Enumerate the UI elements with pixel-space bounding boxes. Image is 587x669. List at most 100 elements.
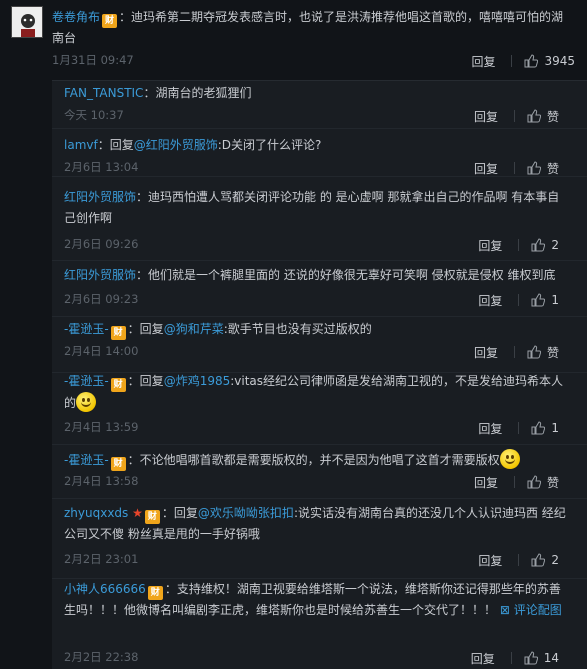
star-icon: ★: [132, 506, 143, 520]
reply-text: -霍逊玉- 财：回复@炸鸡1985:vitas经纪公司律师函是发给湖南卫视的，不是…: [64, 371, 569, 414]
reply-text: -霍逊玉- 财：不论他唱哪首歌都是需要版权的，并不是因为他唱了这首才需要版权: [64, 449, 569, 471]
reply-actions: 回复 2: [478, 551, 559, 569]
like-count[interactable]: 赞: [547, 474, 559, 491]
reply-meta: 2月6日 09:26 回复 2: [64, 236, 559, 254]
thumbs-up-icon[interactable]: [531, 553, 546, 567]
user-avatar[interactable]: [11, 6, 43, 38]
like-count: 1: [551, 421, 559, 435]
thumbs-up-icon[interactable]: [524, 651, 538, 665]
like-count: 2: [551, 553, 559, 567]
reply-body: ：不论他唱哪首歌都是需要版权的，并不是因为他唱了这首才需要版权: [127, 453, 500, 467]
replies-panel: FAN_TANSTIC：湖南台的老狐狸们 今天 10:37 回复 赞 lamvf…: [52, 80, 587, 669]
reply-time: 2月6日 09:26: [64, 237, 139, 251]
reply-actions: 回复 赞: [474, 107, 559, 125]
wealth-badge-icon: 财: [147, 586, 163, 600]
wealth-badge-icon: 财: [110, 457, 126, 471]
divider: [510, 652, 512, 664]
reply-button[interactable]: 回复: [478, 420, 502, 437]
comment-body: ：迪玛希第二期夺冠发表感言时，也说了是洪涛推荐他唱这首歌的，嘻嘻嘻可怕的湖南台: [52, 10, 564, 45]
reply-item: -霍逊玉- 财：不论他唱哪首歌都是需要版权的，并不是因为他唱了这首才需要版权 2月…: [52, 445, 587, 499]
thumbs-up-icon[interactable]: [527, 345, 541, 359]
like-count: 3945: [544, 54, 575, 68]
like-count[interactable]: 赞: [547, 108, 559, 125]
reply-mention[interactable]: @红阳外贸服饰: [134, 138, 218, 152]
reply-meta: 今天 10:37 回复 赞: [64, 107, 559, 125]
reply-item: 红阳外贸服饰：迪玛西怕遭人骂都关闭评论功能 的 是心虚啊 那就拿出自己的作品啊 …: [52, 177, 587, 261]
reply-username[interactable]: FAN_TANSTIC: [64, 86, 143, 100]
reply-username[interactable]: -霍逊玉-: [64, 453, 109, 467]
reply-username[interactable]: zhyuqxxds: [64, 506, 128, 520]
reply-actions: 回复 赞: [474, 473, 559, 491]
comment-image-label: 评论配图: [513, 603, 562, 617]
reply-username[interactable]: -霍逊玉-: [64, 322, 109, 336]
reply-button[interactable]: 回复: [471, 650, 495, 667]
like-count[interactable]: 赞: [547, 344, 559, 361]
thumbs-up-icon[interactable]: [531, 421, 546, 435]
divider: [513, 476, 515, 488]
reply-text: FAN_TANSTIC：湖南台的老狐狸们: [64, 83, 569, 104]
reply-meta: 2月2日 23:01 回复 2: [64, 551, 559, 569]
divider: [518, 422, 520, 434]
comment-username[interactable]: 卷卷角布: [52, 10, 100, 24]
reply-time: 2月6日 13:04: [64, 160, 139, 174]
comment-image-link[interactable]: ⊠ 评论配图: [500, 603, 562, 617]
divider: [513, 346, 515, 358]
reply-text: zhyuqxxds ★ 财：回复@欢乐呦呦张扣扣:说实话没有湖南台真的还没几个人认…: [64, 503, 569, 545]
reply-body: ：迪玛西怕遭人骂都关闭评论功能 的 是心虚啊 那就拿出自己的作品啊 有本事自己创…: [64, 190, 560, 225]
reply-button[interactable]: 回复: [478, 552, 502, 569]
reply-time: 2月4日 14:00: [64, 344, 139, 358]
reply-mention[interactable]: @炸鸡1985: [164, 374, 231, 388]
reply-actions: 回复 1: [478, 291, 559, 309]
divider: [511, 55, 513, 67]
thumbs-up-icon[interactable]: [527, 109, 541, 123]
thumbs-up-icon[interactable]: [527, 161, 541, 175]
reply-button[interactable]: 回复: [478, 237, 502, 254]
reply-username[interactable]: 红阳外贸服饰: [64, 268, 136, 282]
reply-username[interactable]: lamvf: [64, 138, 98, 152]
reply-actions: 回复 赞: [474, 159, 559, 177]
reply-time: 2月2日 23:01: [64, 552, 139, 566]
reply-text: 红阳外贸服饰：迪玛西怕遭人骂都关闭评论功能 的 是心虚啊 那就拿出自己的作品啊 …: [64, 187, 569, 229]
reply-item: FAN_TANSTIC：湖南台的老狐狸们 今天 10:37 回复 赞: [52, 81, 587, 129]
reply-time: 2月2日 22:38: [64, 650, 139, 664]
divider: [518, 239, 520, 251]
reply-item: -霍逊玉- 财：回复@炸鸡1985:vitas经纪公司律师函是发给湖南卫视的，不是…: [52, 363, 587, 445]
divider: [518, 554, 520, 566]
reply-meta: 2月6日 09:23 回复 1: [64, 291, 559, 309]
reply-button[interactable]: 回复: [474, 344, 498, 361]
reply-prefix: ：回复: [127, 374, 164, 388]
thumbs-up-icon[interactable]: [531, 293, 546, 307]
reply-body: :D关闭了什么评论?: [217, 138, 322, 152]
reply-mention[interactable]: @狗和芹菜: [164, 322, 224, 336]
reply-username[interactable]: 红阳外贸服饰: [64, 190, 136, 204]
smile-emoji-icon: [499, 449, 520, 469]
wealth-badge-icon: 财: [144, 510, 160, 524]
reply-time: 2月6日 09:23: [64, 292, 139, 306]
reply-actions: 回复 14: [471, 649, 559, 667]
reply-text: -霍逊玉- 财：回复@狗和芹菜:歌手节目也没有买过版权的: [64, 319, 569, 340]
thumbs-up-icon[interactable]: [531, 238, 546, 252]
like-count[interactable]: 赞: [547, 160, 559, 177]
reply-text: lamvf：回复@红阳外贸服饰:D关闭了什么评论?: [64, 135, 569, 156]
smile-emoji-icon: [76, 392, 97, 412]
like-count: 14: [543, 651, 559, 665]
reply-text: 小神人666666 财：支持维权！湖南卫视要给维塔斯一个说法，维塔斯你还记得那些年…: [64, 579, 569, 621]
reply-prefix: ：回复: [127, 322, 164, 336]
reply-button[interactable]: 回复: [471, 53, 495, 70]
reply-actions: 回复 2: [478, 236, 559, 254]
reply-actions: 回复 1: [478, 419, 559, 437]
reply-mention[interactable]: @欢乐呦呦张扣扣: [198, 506, 294, 520]
reply-button[interactable]: 回复: [474, 108, 498, 125]
reply-time: 2月4日 13:59: [64, 420, 139, 434]
reply-item: 小神人666666 财：支持维权！湖南卫视要给维塔斯一个说法，维塔斯你还记得那些年…: [52, 579, 587, 669]
thumbs-up-icon[interactable]: [527, 475, 541, 489]
thumbs-up-icon[interactable]: [524, 54, 539, 68]
reply-button[interactable]: 回复: [474, 474, 498, 491]
reply-username[interactable]: 小神人666666: [64, 582, 146, 596]
reply-item: lamvf：回复@红阳外贸服饰:D关闭了什么评论? 2月6日 13:04 回复 …: [52, 129, 587, 177]
like-count: 1: [551, 293, 559, 307]
reply-body: ：他们就是一个裤腿里面的 还说的好像很无辜好可笑啊 侵权就是侵权 维权到底: [136, 268, 556, 282]
reply-username[interactable]: -霍逊玉-: [64, 374, 109, 388]
reply-button[interactable]: 回复: [478, 292, 502, 309]
reply-button[interactable]: 回复: [474, 160, 498, 177]
